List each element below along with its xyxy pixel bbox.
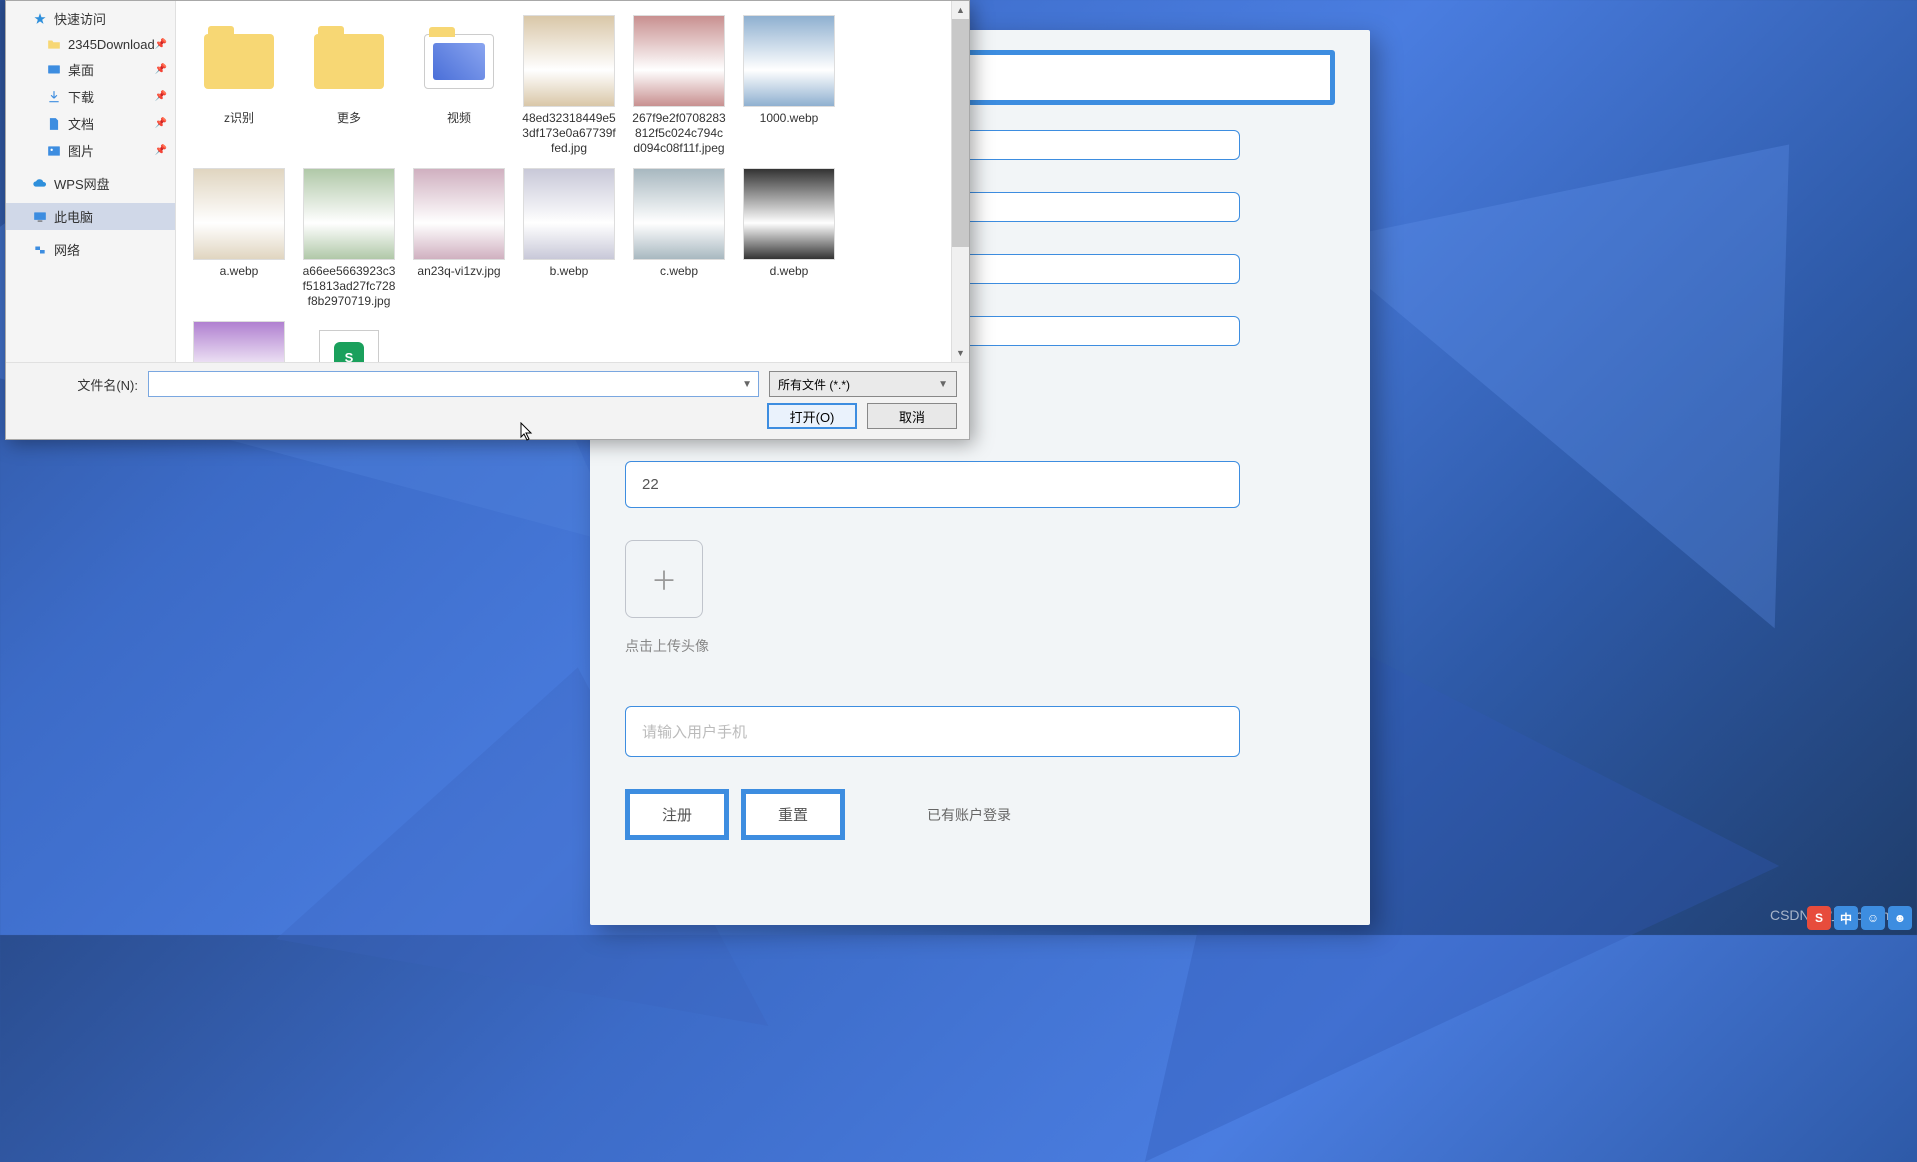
reset-button[interactable]: 重置 [741, 789, 845, 840]
image-thumbnail [413, 168, 505, 260]
chevron-down-icon: ▼ [742, 379, 752, 390]
file-item[interactable]: c.webp [624, 164, 734, 313]
tray-icon-s[interactable]: S [1807, 906, 1831, 930]
plus-icon: ＋ [651, 561, 677, 598]
file-label: d.webp [738, 264, 840, 279]
image-thumbnail [523, 168, 615, 260]
dialog-scrollbar[interactable]: ▲ ▼ [951, 1, 969, 362]
image-thumbnail [193, 168, 285, 260]
file-item[interactable]: 1000.webp [734, 11, 844, 160]
file-label: 更多 [298, 111, 400, 126]
upload-hint: 点击上传头像 [625, 636, 1335, 656]
avatar-upload-box[interactable]: ＋ [625, 540, 703, 618]
file-label: 48ed32318449e53df173e0a67739ffed.jpg [518, 111, 620, 156]
file-item[interactable]: d.webp [734, 164, 844, 313]
file-label: 267f9e2f0708283812f5c024c794cd094c08f11f… [628, 111, 730, 156]
file-item[interactable]: b.webp [514, 164, 624, 313]
file-label: c.webp [628, 264, 730, 279]
file-label: an23q-vi1zv.jpg [408, 264, 510, 279]
file-filter-combobox[interactable]: 所有文件 (*.*) ▼ [769, 371, 957, 397]
tray-icon-3[interactable]: ☺ [1861, 906, 1885, 930]
sidebar-desktop[interactable]: 桌面 📌 [6, 56, 175, 83]
file-label: 1000.webp [738, 111, 840, 126]
file-label: 视频 [408, 111, 510, 126]
sidebar-documents[interactable]: 文档 📌 [6, 110, 175, 137]
sidebar-pictures[interactable]: 图片 📌 [6, 137, 175, 164]
register-button[interactable]: 注册 [625, 789, 729, 840]
cloud-icon [32, 176, 48, 192]
file-label: a66ee5663923c3f51813ad27fc728f8b2970719.… [298, 264, 400, 309]
desktop-icon [46, 62, 62, 78]
file-item[interactable]: Ssample.xlsx [294, 317, 404, 362]
age-input[interactable]: 22 [625, 461, 1240, 508]
image-thumbnail [193, 321, 285, 362]
spreadsheet-icon: S [303, 321, 395, 362]
file-item[interactable]: 267f9e2f0708283812f5c024c794cd094c08f11f… [624, 11, 734, 160]
chevron-down-icon: ▼ [938, 379, 948, 390]
button-row: 注册 重置 已有账户登录 [625, 789, 1335, 840]
sidebar-downloads[interactable]: 下载 📌 [6, 83, 175, 110]
folder-icon [303, 15, 395, 107]
file-grid: z识别更多视频 48ed32318449e53df173e0a67739ffed.… [176, 1, 951, 362]
file-label: a.webp [188, 264, 290, 279]
sidebar-quick-access[interactable]: 快速访问 [6, 5, 175, 32]
image-thumbnail [633, 15, 725, 107]
file-item[interactable]: z识别 [184, 11, 294, 160]
phone-input[interactable]: 请输入用户手机 [625, 706, 1240, 757]
image-thumbnail [303, 168, 395, 260]
dialog-sidebar: 快速访问 2345Download 📌 桌面 📌 下载 [6, 1, 176, 362]
login-link[interactable]: 已有账户登录 [927, 805, 1011, 825]
sidebar-2345download[interactable]: 2345Download 📌 [6, 32, 175, 56]
network-icon [32, 242, 48, 258]
file-open-dialog: 快速访问 2345Download 📌 桌面 📌 下载 [5, 0, 970, 440]
scroll-up-icon[interactable]: ▲ [952, 1, 969, 19]
sidebar-network[interactable]: 网络 [6, 236, 175, 263]
file-item[interactable]: 视频 [404, 11, 514, 160]
filename-combobox[interactable]: ▼ [148, 371, 759, 397]
file-item[interactable]: 48ed32318449e53df173e0a67739ffed.jpg [514, 11, 624, 160]
folder-icon [46, 36, 62, 52]
pin-icon: 📌 [155, 91, 167, 102]
phone-placeholder: 请输入用户手机 [642, 721, 747, 742]
tray-icon-4[interactable]: ☻ [1888, 906, 1912, 930]
sidebar-wps[interactable]: WPS网盘 [6, 170, 175, 197]
image-thumbnail [523, 15, 615, 107]
file-item[interactable]: 更多 [294, 11, 404, 160]
file-item[interactable]: a66ee5663923c3f51813ad27fc728f8b2970719.… [294, 164, 404, 313]
video-folder-icon [413, 15, 505, 107]
folder-icon [193, 15, 285, 107]
cancel-button[interactable]: 取消 [867, 403, 957, 429]
file-item[interactable]: an23q-vi1zv.jpg [404, 164, 514, 313]
pin-icon: 📌 [155, 39, 167, 50]
file-label: z识别 [188, 111, 290, 126]
filename-label: 文件名(N): [18, 375, 138, 394]
pin-icon: 📌 [155, 64, 167, 75]
pictures-icon [46, 143, 62, 159]
scroll-thumb[interactable] [952, 19, 969, 247]
computer-icon [32, 209, 48, 225]
open-button[interactable]: 打开(O) [767, 403, 857, 429]
tray-icon-ime[interactable]: 中 [1834, 906, 1858, 930]
age-value: 22 [642, 476, 659, 493]
image-thumbnail [743, 15, 835, 107]
scroll-down-icon[interactable]: ▼ [952, 344, 969, 362]
sidebar-this-pc[interactable]: 此电脑 [6, 203, 175, 230]
system-tray: S 中 ☺ ☻ [1807, 906, 1912, 930]
pin-icon: 📌 [155, 145, 167, 156]
file-item[interactable]: e.webp [184, 317, 294, 362]
document-icon [46, 116, 62, 132]
download-icon [46, 89, 62, 105]
image-thumbnail [743, 168, 835, 260]
filter-value: 所有文件 (*.*) [778, 376, 850, 393]
star-icon [32, 11, 48, 27]
file-item[interactable]: a.webp [184, 164, 294, 313]
dialog-bottom-bar: 文件名(N): ▼ 所有文件 (*.*) ▼ 打开(O) 取消 [6, 362, 969, 439]
file-label: b.webp [518, 264, 620, 279]
image-thumbnail [633, 168, 725, 260]
pin-icon: 📌 [155, 118, 167, 129]
